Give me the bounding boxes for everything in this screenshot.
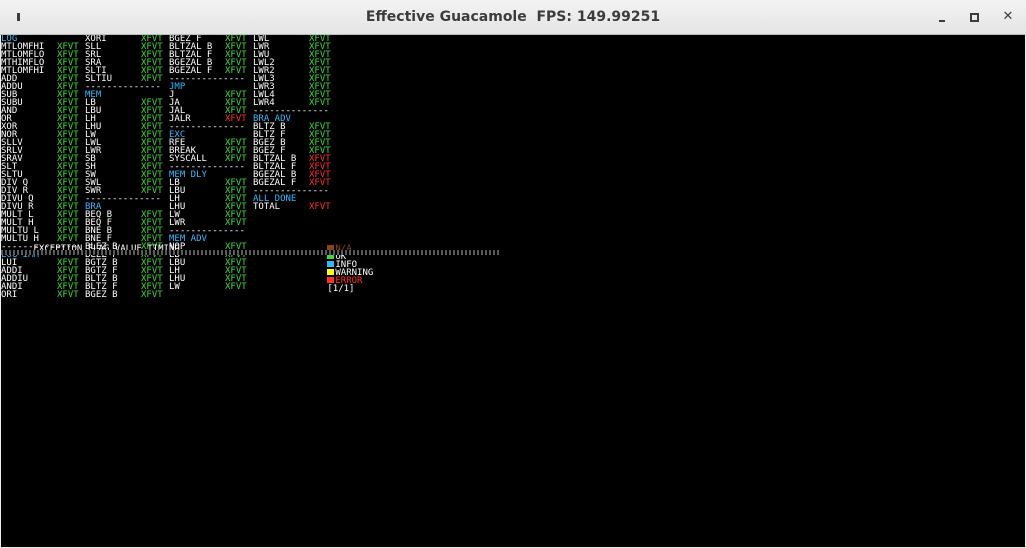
maximize-icon bbox=[970, 13, 979, 22]
minimize-icon bbox=[939, 20, 945, 22]
app-window: Effective Guacamole FPS: 149.99251 ✕ LOG… bbox=[0, 0, 1026, 548]
test-row: BGEZ B XFVT bbox=[85, 290, 163, 300]
maximize-button[interactable] bbox=[966, 9, 982, 25]
page-indicator: [1/1] bbox=[327, 284, 355, 294]
test-row: TOTAL XFVT bbox=[253, 202, 331, 212]
test-row: LW XFVT bbox=[169, 282, 247, 292]
divider-dotted bbox=[1, 250, 499, 255]
test-status: XFVT bbox=[57, 290, 79, 300]
result-column-4: LWL XFVT LWR XFVT LWU XFVT LWL2 XFVT LWR2 XFVT LWL… bbox=[253, 35, 331, 212]
warning-swatch bbox=[327, 269, 335, 275]
status-legend: N/A OK INFO WARNING ERROR [1/1] bbox=[284, 237, 373, 301]
test-status: XFVT bbox=[225, 282, 247, 292]
info-swatch bbox=[327, 261, 335, 267]
title-bar[interactable]: Effective Guacamole FPS: 149.99251 ✕ bbox=[0, 0, 1026, 35]
minimize-button[interactable] bbox=[934, 9, 950, 25]
test-name: BGEZ B bbox=[85, 290, 118, 300]
window-title: Effective Guacamole FPS: 149.99251 bbox=[365, 9, 661, 25]
test-status: XFVT bbox=[309, 202, 331, 212]
test-row: ORI XFVT bbox=[1, 290, 79, 300]
test-name: TOTAL bbox=[253, 202, 281, 212]
close-button[interactable]: ✕ bbox=[1000, 9, 1016, 25]
test-name: LW bbox=[169, 282, 180, 292]
test-name: ORI bbox=[1, 290, 18, 300]
close-icon: ✕ bbox=[1002, 9, 1014, 24]
test-status: XFVT bbox=[141, 290, 163, 300]
emulator-screen[interactable]: LOG MTLOMFHI XFVT MTLOMFLO XFVT MTHIMFLO XFVT M… bbox=[1, 35, 1025, 547]
error-swatch bbox=[327, 277, 335, 283]
result-column-2: XORI XFVT SLL XFVT SRL XFVT SRA XFVT SLTI XFVT SLT… bbox=[85, 35, 163, 300]
status-bar: EXCEPTION FLAG VALUE TIMING N/A OK INFO … bbox=[1, 237, 501, 294]
section-title: JMP bbox=[169, 82, 186, 92]
